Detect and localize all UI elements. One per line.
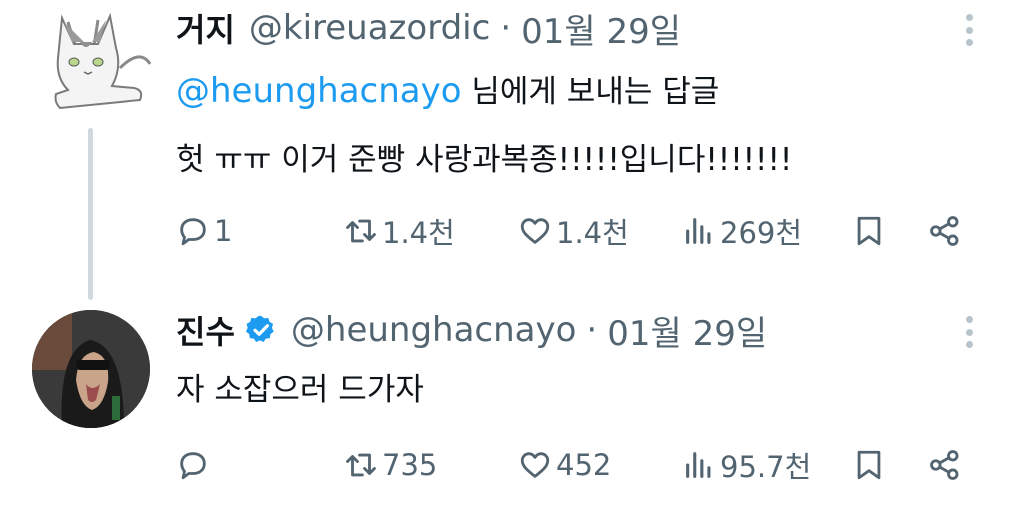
- bar-chart-icon: [686, 452, 711, 478]
- reply-button[interactable]: 1: [176, 206, 232, 256]
- share-button[interactable]: [928, 206, 962, 256]
- tweet-text: 자 소잡으러 드가자: [176, 372, 424, 408]
- speech-bubble-icon: [180, 452, 206, 480]
- retweet-count: 735: [382, 448, 438, 482]
- more-options-icon[interactable]: [962, 312, 976, 352]
- mention-link[interactable]: @heunghacnayo: [176, 71, 462, 111]
- bookmark-icon: [857, 450, 881, 480]
- tweet-header: 진수 @heunghacnayo · 01월 29일: [176, 306, 767, 355]
- hooded-figure-avatar[interactable]: [32, 310, 150, 428]
- views-button[interactable]: 95.7천: [682, 440, 811, 490]
- retweet-count: 1.4천: [382, 216, 455, 250]
- retweet-arrows-icon: [346, 219, 376, 243]
- display-name[interactable]: 진수: [176, 307, 235, 353]
- speech-bubble-icon: [180, 218, 206, 246]
- reply-count: 1: [214, 214, 233, 248]
- views-button[interactable]: 269천: [682, 206, 802, 256]
- share-nodes-icon: [930, 216, 959, 246]
- more-options-icon[interactable]: [962, 10, 976, 50]
- cat-sketch-avatar[interactable]: [40, 8, 152, 120]
- user-handle[interactable]: @kireuazordic: [249, 8, 490, 48]
- bookmark-button[interactable]: [852, 440, 886, 490]
- action-bar: 735 452 95.7천: [0, 440, 1024, 490]
- tweet-date[interactable]: 01월 29일: [521, 4, 681, 53]
- view-count: 269천: [720, 216, 803, 250]
- retweet-arrows-icon: [346, 453, 376, 477]
- reply-context-suffix: 님에게 보내는 답글: [461, 74, 720, 110]
- like-button[interactable]: 1.4천: [518, 206, 629, 256]
- bookmark-button[interactable]: [852, 206, 886, 256]
- retweet-button[interactable]: 1.4천: [344, 206, 455, 256]
- heart-icon: [520, 452, 550, 478]
- reply-button[interactable]: [176, 440, 214, 490]
- tweet[interactable]: 진수 @heunghacnayo · 01월 29일 자 소잡으러 드가자 73…: [0, 300, 1024, 516]
- tweet-date[interactable]: 01월 29일: [607, 306, 767, 355]
- share-button[interactable]: [928, 440, 962, 490]
- display-name[interactable]: 거지: [176, 5, 235, 51]
- heart-icon: [520, 218, 550, 244]
- tweet-text: 헛 ㅠㅠ 이거 준빵 사랑과복종!!!!!입니다!!!!!!!: [176, 142, 793, 178]
- separator: ·: [586, 310, 598, 350]
- bookmark-icon: [857, 216, 881, 246]
- action-bar: 1 1.4천 1.4천 269천: [0, 206, 1024, 256]
- tweet-header: 거지 @kireuazordic · 01월 29일: [176, 4, 681, 53]
- share-nodes-icon: [930, 450, 959, 480]
- verified-badge-icon: [245, 315, 274, 342]
- tweet[interactable]: 거지 @kireuazordic · 01월 29일 @heunghacnayo…: [0, 0, 1024, 300]
- reply-context: @heunghacnayo 님에게 보내는 답글: [176, 66, 719, 111]
- like-button[interactable]: 452: [518, 440, 611, 490]
- bar-chart-icon: [686, 218, 711, 244]
- like-count: 1.4천: [556, 216, 629, 250]
- user-handle[interactable]: @heunghacnayo: [291, 310, 577, 350]
- like-count: 452: [556, 448, 612, 482]
- separator: ·: [500, 8, 512, 48]
- view-count: 95.7천: [720, 450, 812, 484]
- retweet-button[interactable]: 735: [344, 440, 437, 490]
